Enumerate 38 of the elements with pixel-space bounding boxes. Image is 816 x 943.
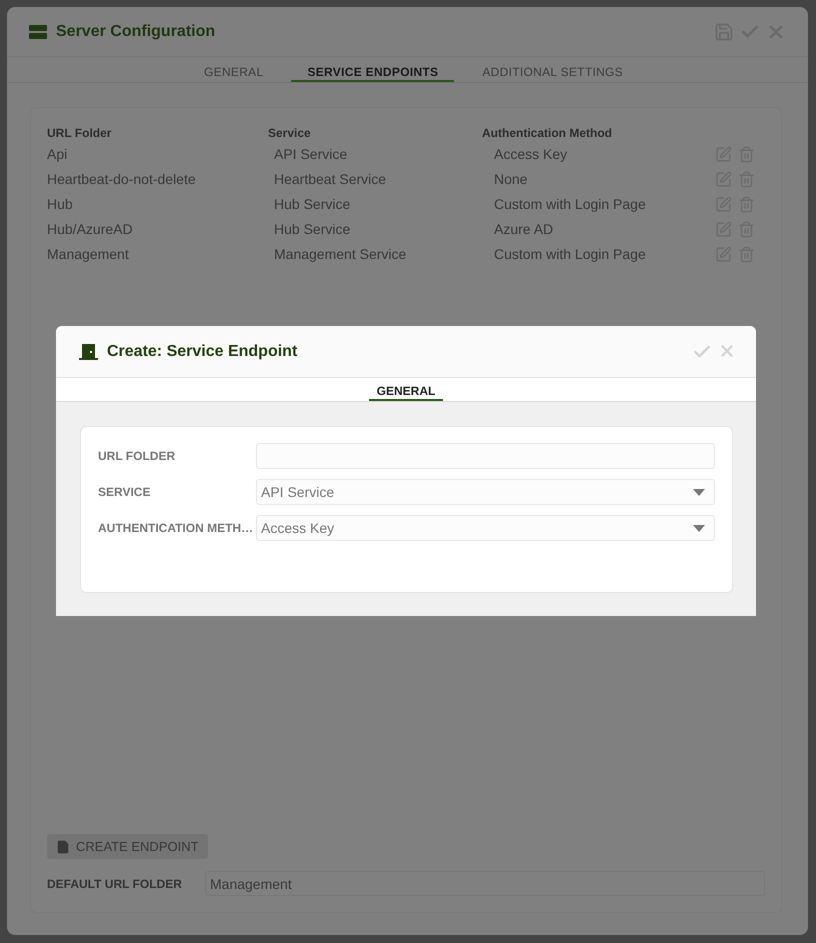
- table-cell-text: Azure AD: [493, 220, 554, 239]
- caret-icon: [693, 524, 705, 532]
- table-cell-text: Heartbeat-do-not-delete: [47, 170, 197, 189]
- caret-icon: [693, 488, 705, 496]
- server-icon: [29, 24, 47, 38]
- table-cell-text: Api: [47, 145, 68, 164]
- table-cell-text: Hub: [47, 195, 74, 214]
- tab[interactable]: ADDITIONAL SETTINGS: [466, 57, 639, 82]
- table-cell-text: Hub Service: [273, 220, 352, 239]
- window-title: Server Configuration: [56, 22, 216, 40]
- file-icon: [56, 840, 70, 854]
- table-cell-text: Hub/AzureAD: [47, 220, 134, 239]
- dialog-title: Create: Service Endpoint: [107, 342, 298, 360]
- create-endpoint-button[interactable]: CREATE ENDPOINT: [47, 834, 208, 859]
- table-cell-text: None: [493, 170, 528, 189]
- select-field[interactable]: API Service: [256, 479, 715, 505]
- tab[interactable]: GENERAL: [188, 57, 280, 82]
- column-header: Authentication Method: [482, 126, 613, 142]
- tab[interactable]: SERVICE ENDPOINTS: [291, 57, 454, 82]
- tab[interactable]: GENERAL: [368, 378, 444, 401]
- table-cell-text: Custom with Login Page: [493, 195, 647, 214]
- field-label: AUTHENTICATION METH…: [98, 521, 254, 535]
- select-field[interactable]: Access Key: [256, 515, 715, 541]
- input-field[interactable]: [256, 443, 715, 469]
- column-header: Service: [268, 126, 312, 142]
- table-cell-text: Heartbeat Service: [273, 170, 388, 189]
- field-label: DEFAULT URL FOLDER: [47, 876, 183, 890]
- table-cell-text: Management Service: [273, 245, 408, 264]
- table-cell-text: Access Key: [493, 145, 568, 164]
- table-cell-text: Custom with Login Page: [493, 245, 647, 264]
- table-cell-text: API Service: [273, 145, 348, 164]
- column-header: URL Folder: [47, 126, 112, 142]
- input-field[interactable]: Management: [205, 871, 765, 896]
- field-label: URL FOLDER: [98, 449, 176, 463]
- field-label: SERVICE: [98, 485, 152, 499]
- door-icon: [79, 344, 98, 360]
- table-cell-text: Management: [47, 245, 130, 264]
- table-cell-text: Hub Service: [273, 195, 352, 214]
